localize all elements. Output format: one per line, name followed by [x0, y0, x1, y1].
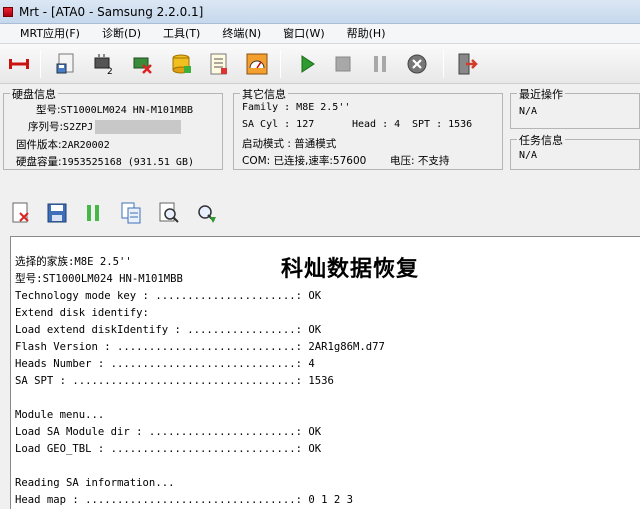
- pause-green-icon: [87, 205, 99, 221]
- save-disk-button[interactable]: [50, 50, 80, 78]
- find-log-button[interactable]: [156, 200, 182, 226]
- log-line: Reading SA information...: [15, 477, 175, 489]
- com-row: COM: 已连接,速率:57600: [242, 155, 367, 167]
- spt-row: SPT : 1536: [412, 119, 473, 130]
- disk-capacity-value: 1953525168 (931.51 GB): [61, 157, 194, 168]
- chip-tool-button[interactable]: 2: [88, 50, 118, 78]
- voltage-row: 电压: 不支持: [390, 155, 450, 167]
- log-line: SA SPT : ...............................…: [15, 375, 334, 387]
- log-line: Flash Version : ........................…: [15, 341, 385, 353]
- save-log-button[interactable]: [44, 200, 70, 226]
- database-button[interactable]: [166, 50, 196, 78]
- copy-icon: [121, 202, 141, 224]
- stop-button[interactable]: [328, 50, 358, 78]
- disk-firmware-label: 固件版本:: [16, 139, 62, 151]
- watermark-text: 科灿数据恢复: [281, 257, 420, 282]
- copy-log-button[interactable]: [118, 200, 144, 226]
- recent-ops-value: N/A: [519, 106, 538, 117]
- task-info-panel: 任务信息 N/A: [510, 132, 640, 170]
- menu-terminal[interactable]: 终端(N): [206, 24, 267, 44]
- recent-ops-title: 最近操作: [517, 86, 565, 102]
- chip-delete-button[interactable]: [127, 50, 157, 78]
- save-icon: [47, 203, 67, 223]
- cancel-button[interactable]: [402, 50, 432, 78]
- menu-window[interactable]: 窗口(W): [267, 24, 330, 44]
- log-line: 选择的家族:M8E 2.5'': [15, 256, 132, 268]
- disk-info-title: 硬盘信息: [10, 86, 58, 102]
- other-info-title: 其它信息: [240, 86, 288, 102]
- boot-mode-row: 启动模式 : 普通模式: [242, 138, 337, 150]
- menu-mrt-app[interactable]: MRT应用(F): [4, 24, 86, 44]
- close-doc-icon: [12, 202, 29, 223]
- family-row: Family : M8E 2.5'': [242, 102, 351, 113]
- other-info-panel: 其它信息 Family : M8E 2.5'' SA Cyl : 127 Hea…: [233, 86, 503, 170]
- sa-cyl-row: SA Cyl : 127: [242, 119, 315, 130]
- menu-diagnose[interactable]: 诊断(D): [86, 24, 147, 44]
- head-row: Head : 4: [352, 119, 401, 130]
- stop-icon: [335, 56, 351, 72]
- recent-ops-panel: 最近操作 N/A: [510, 86, 640, 129]
- database-icon: [172, 54, 191, 74]
- disk-info-panel: 硬盘信息 型号:ST1000LM024 HN-M101MBB 序列号:S2ZPJ…: [3, 86, 223, 170]
- gauge-button[interactable]: [242, 50, 272, 78]
- svg-text:2: 2: [107, 67, 113, 77]
- log-line: Extend disk identify:: [15, 307, 149, 319]
- serial-redaction: [95, 120, 182, 134]
- exit-icon: [458, 53, 478, 75]
- disk-model-label: 型号:: [36, 104, 61, 116]
- disk-serial-row: 序列号:S2ZPJ: [28, 119, 182, 134]
- search-doc-icon: [159, 202, 179, 223]
- disk-firmware-row: 固件版本:2AR20002: [16, 137, 110, 152]
- report-button[interactable]: [204, 50, 234, 78]
- menu-tools[interactable]: 工具(T): [147, 24, 206, 44]
- chip-tool-icon: 2: [94, 54, 113, 77]
- connect-icon: [9, 59, 29, 69]
- disk-model-value: ST1000LM024 HN-M101MBB: [60, 105, 193, 116]
- pause-log-button[interactable]: [80, 200, 106, 226]
- task-info-title: 任务信息: [517, 132, 565, 148]
- disk-model-row: 型号:ST1000LM024 HN-M101MBB: [36, 102, 193, 117]
- app-icon: [3, 6, 13, 17]
- play-button[interactable]: [292, 50, 322, 78]
- log-output[interactable]: 科灿数据恢复 选择的家族:M8E 2.5'' 型号:ST1000LM024 HN…: [10, 236, 640, 509]
- log-line: Heads Number : .........................…: [15, 358, 315, 370]
- download-icon: [198, 205, 216, 223]
- chip-delete-icon: [133, 57, 152, 74]
- disk-capacity-label: 硬盘容量:: [16, 156, 62, 168]
- connect-button[interactable]: [4, 50, 34, 78]
- cancel-icon: [407, 54, 427, 74]
- title-bar: Mrt - [ATA0 - Samsung 2.2.0.1]: [0, 0, 640, 24]
- log-line: Load GEO_TBL : .........................…: [15, 443, 322, 455]
- disk-serial-value: S2ZPJ: [63, 122, 94, 133]
- menu-help[interactable]: 帮助(H): [331, 24, 392, 44]
- report-icon: [210, 53, 227, 75]
- task-info-value: N/A: [519, 150, 538, 161]
- log-line: 型号:ST1000LM024 HN-M101MBB: [15, 273, 183, 285]
- log-line: Load extend diskIdentify : .............…: [15, 324, 322, 336]
- log-line: Load SA Module dir : ...................…: [15, 426, 322, 438]
- pause-icon: [374, 56, 386, 72]
- save-disk-icon: [56, 53, 74, 74]
- play-icon: [301, 55, 315, 73]
- main-toolbar: 2: [0, 44, 640, 84]
- log-toolbar: [0, 194, 640, 232]
- menu-bar: MRT应用(F) 诊断(D) 工具(T) 终端(N) 窗口(W) 帮助(H): [0, 24, 640, 44]
- disk-capacity-row: 硬盘容量:1953525168 (931.51 GB): [16, 154, 194, 169]
- disk-firmware-value: 2AR20002: [61, 140, 110, 151]
- log-line: Technology mode key : ..................…: [15, 290, 322, 302]
- clear-log-button[interactable]: [8, 200, 34, 226]
- exit-button[interactable]: [452, 50, 482, 78]
- pause-button[interactable]: [365, 50, 395, 78]
- gauge-icon: [246, 53, 268, 75]
- log-line: Module menu...: [15, 409, 105, 421]
- download-log-button[interactable]: [193, 200, 219, 226]
- disk-serial-label: 序列号:: [28, 121, 64, 133]
- window-title: Mrt - [ATA0 - Samsung 2.2.0.1]: [19, 4, 204, 19]
- log-line: Head map : .............................…: [15, 494, 354, 506]
